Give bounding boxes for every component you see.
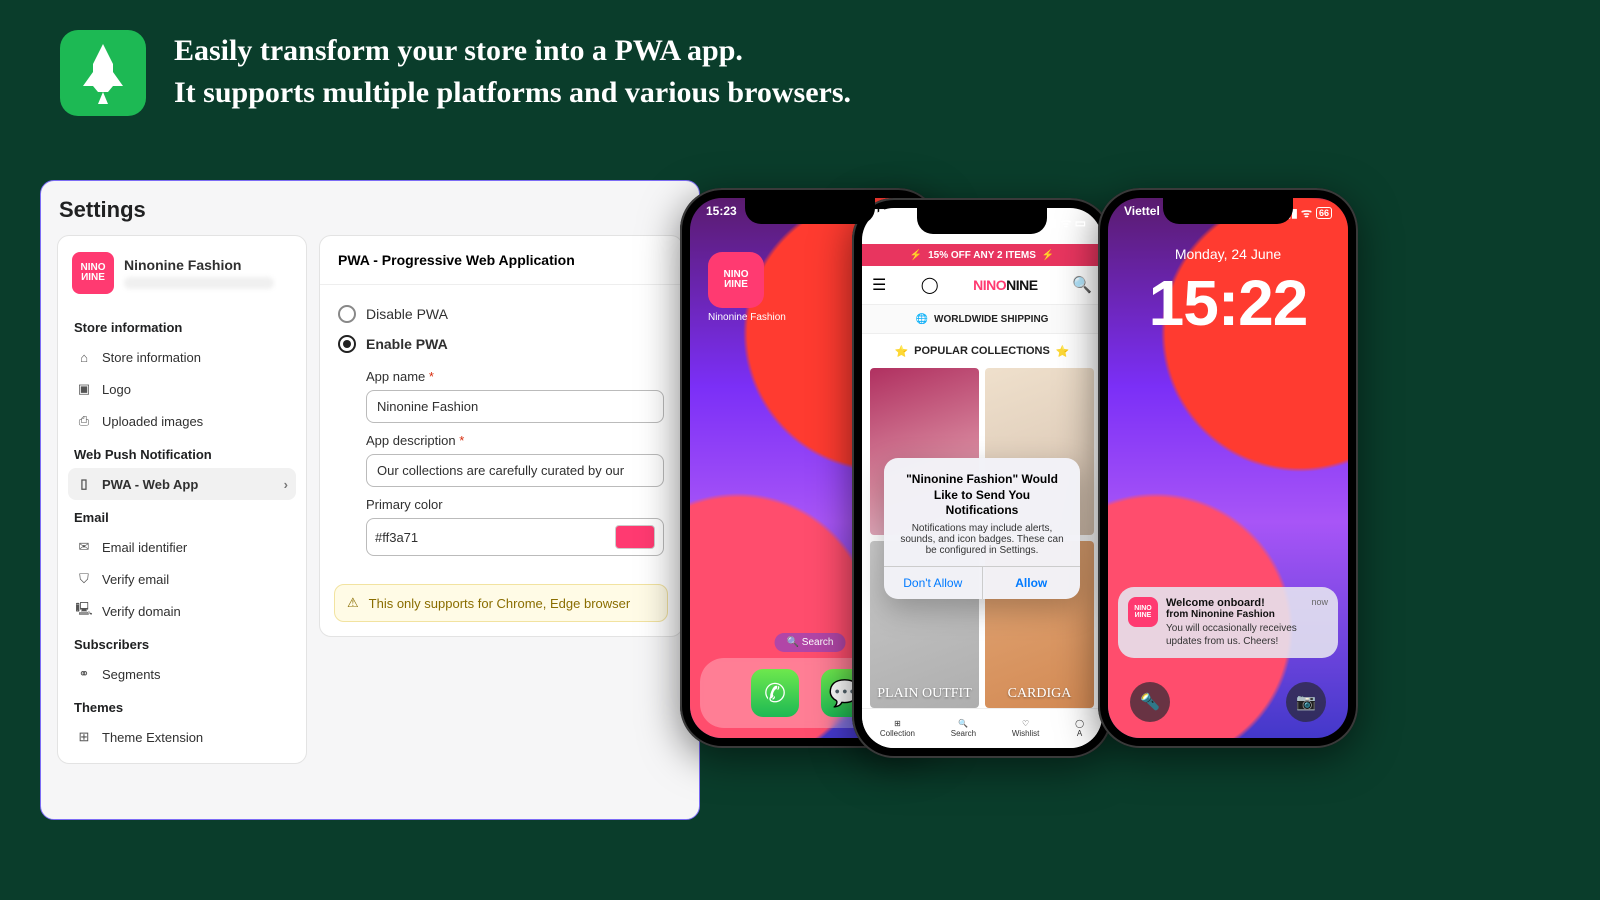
settings-title: Settings	[57, 197, 683, 223]
input-color-hex[interactable]	[375, 530, 615, 545]
store-domain-redacted	[124, 277, 274, 289]
alert-title: "Ninonine Fashion" Would Like to Send Yo…	[898, 472, 1066, 519]
notif-time: now	[1311, 597, 1328, 607]
label-primary-color: Primary color	[366, 497, 664, 512]
alert-deny-button[interactable]: Don't Allow	[884, 567, 983, 599]
nav-account: ◯A	[1075, 719, 1084, 738]
star-icon: ⭐	[1056, 345, 1070, 358]
account-icon: ◯	[921, 275, 939, 295]
section-store-info: Store information	[68, 310, 296, 341]
notif-body: You will occasionally receives updates f…	[1166, 622, 1328, 648]
section-email: Email	[68, 500, 296, 531]
grid-icon: ⊞	[76, 729, 92, 745]
nav-uploaded-images[interactable]: ⎙Uploaded images	[68, 405, 296, 437]
status-time: 15:23	[706, 204, 737, 218]
bolt-icon: ⚡	[1042, 250, 1054, 261]
search-icon: 🔍	[1072, 275, 1092, 295]
notif-from: from Ninonine Fashion	[1166, 609, 1275, 620]
camera-button: 📷	[1286, 682, 1326, 722]
shield-icon: ⛉	[76, 571, 92, 587]
device-icon: ▯	[76, 476, 92, 492]
store-name: Ninonine Fashion	[124, 257, 274, 273]
store-header[interactable]: NINOИINE Ninonine Fashion	[68, 246, 296, 304]
nav-email-identifier[interactable]: ✉Email identifier	[68, 531, 296, 563]
users-icon: ⚭	[76, 666, 92, 682]
notif-title: Welcome onboard!	[1166, 597, 1275, 609]
globe-icon: 🌐	[916, 314, 928, 325]
nav-search: 🔍Search	[951, 719, 976, 738]
notif-app-icon: NINOИINE	[1128, 597, 1158, 627]
rocket-icon	[78, 42, 128, 104]
nav-wishlist: ♡Wishlist	[1012, 719, 1040, 738]
pwa-app-icon: NINOИINE Ninonine Fashion	[708, 252, 786, 323]
phone-app-icon: ✆	[751, 669, 799, 717]
store-icon: ⌂	[76, 349, 92, 365]
radio-disable-pwa[interactable]: Disable PWA	[338, 299, 664, 329]
search-pill: 🔍 Search	[775, 633, 846, 652]
radio-icon	[338, 305, 356, 323]
popular-heading: ⭐POPULAR COLLECTIONS⭐	[862, 336, 1102, 366]
nav-store-information[interactable]: ⌂Store information	[68, 341, 296, 373]
bolt-icon: ⚡	[910, 250, 922, 261]
alert-body: Notifications may include alerts, sounds…	[898, 523, 1066, 556]
status-time: 15:17	[878, 214, 909, 228]
notification-permission-alert: "Ninonine Fashion" Would Like to Send Yo…	[884, 458, 1080, 599]
shipping-banner: 🌐WORLDWIDE SHIPPING	[862, 304, 1102, 334]
nav-logo[interactable]: ▣Logo	[68, 373, 296, 405]
label-app-name: App name *	[366, 369, 664, 384]
domain-icon: 🖳	[76, 603, 92, 619]
nav-segments[interactable]: ⚭Segments	[68, 658, 296, 690]
radio-checked-icon	[338, 335, 356, 353]
section-themes: Themes	[68, 690, 296, 721]
nav-pwa-web-app[interactable]: ▯PWA - Web App›	[68, 468, 296, 500]
bottom-nav: ⊞Collection 🔍Search ♡Wishlist ◯A	[862, 708, 1102, 748]
browser-warning: ⚠ This only supports for Chrome, Edge br…	[334, 584, 668, 622]
pwa-form-card: PWA - Progressive Web Application Disabl…	[319, 235, 683, 637]
section-subscribers: Subscribers	[68, 627, 296, 658]
phone-previews: 15:23▮▮▮ ᯤ ▭ NINOИINE Ninonine Fashion 🔍…	[680, 170, 1560, 900]
input-app-description[interactable]	[366, 454, 664, 487]
menu-icon: ☰	[872, 275, 886, 295]
warning-icon: ⚠	[347, 595, 359, 611]
nav-verify-domain[interactable]: 🖳Verify domain	[68, 595, 296, 627]
color-swatch[interactable]	[615, 525, 655, 549]
lock-date: Monday, 24 June	[1108, 246, 1348, 262]
lock-time: 15:22	[1108, 266, 1348, 340]
carrier: Viettel	[1124, 204, 1160, 218]
nav-verify-email[interactable]: ⛉Verify email	[68, 563, 296, 595]
sidebar: NINOИINE Ninonine Fashion Store informat…	[57, 235, 307, 764]
alert-allow-button[interactable]: Allow	[983, 567, 1081, 599]
nav-theme-extension[interactable]: ⊞Theme Extension	[68, 721, 296, 753]
image-icon: ▣	[76, 381, 92, 397]
input-app-name[interactable]	[366, 390, 664, 423]
label-app-description: App description *	[366, 433, 664, 448]
app-logo	[60, 30, 146, 116]
upload-icon: ⎙	[76, 413, 92, 429]
phone-lockscreen: Viettel▮▮ ᯤ 66 Monday, 24 June 15:22 NIN…	[1098, 188, 1358, 748]
star-icon: ⭐	[894, 345, 908, 358]
store-header: ☰ ◯ NINONINE 🔍	[862, 266, 1102, 304]
form-heading: PWA - Progressive Web Application	[320, 236, 682, 285]
radio-enable-pwa[interactable]: Enable PWA	[338, 329, 664, 359]
promo-bar: ⚡15% OFF ANY 2 ITEMS⚡	[862, 244, 1102, 266]
store-logo: NINOИINE	[72, 252, 114, 294]
section-push: Web Push Notification	[68, 437, 296, 468]
brand-logo: NINONINE	[973, 277, 1037, 293]
chevron-right-icon: ›	[284, 477, 288, 492]
mail-icon: ✉	[76, 539, 92, 555]
tagline: Easily transform your store into a PWA a…	[174, 30, 851, 114]
phone-store: 15:17▮▮▮ ᯤ ▭ ⚡15% OFF ANY 2 ITEMS⚡ ☰ ◯ N…	[852, 198, 1112, 758]
push-notification: NINOИINE Welcome onboard! from Ninonine …	[1118, 587, 1338, 658]
settings-panel: Settings NINOИINE Ninonine Fashion Store…	[40, 180, 700, 820]
input-primary-color[interactable]	[366, 518, 664, 556]
flashlight-button: 🔦	[1130, 682, 1170, 722]
nav-collection: ⊞Collection	[880, 719, 915, 738]
